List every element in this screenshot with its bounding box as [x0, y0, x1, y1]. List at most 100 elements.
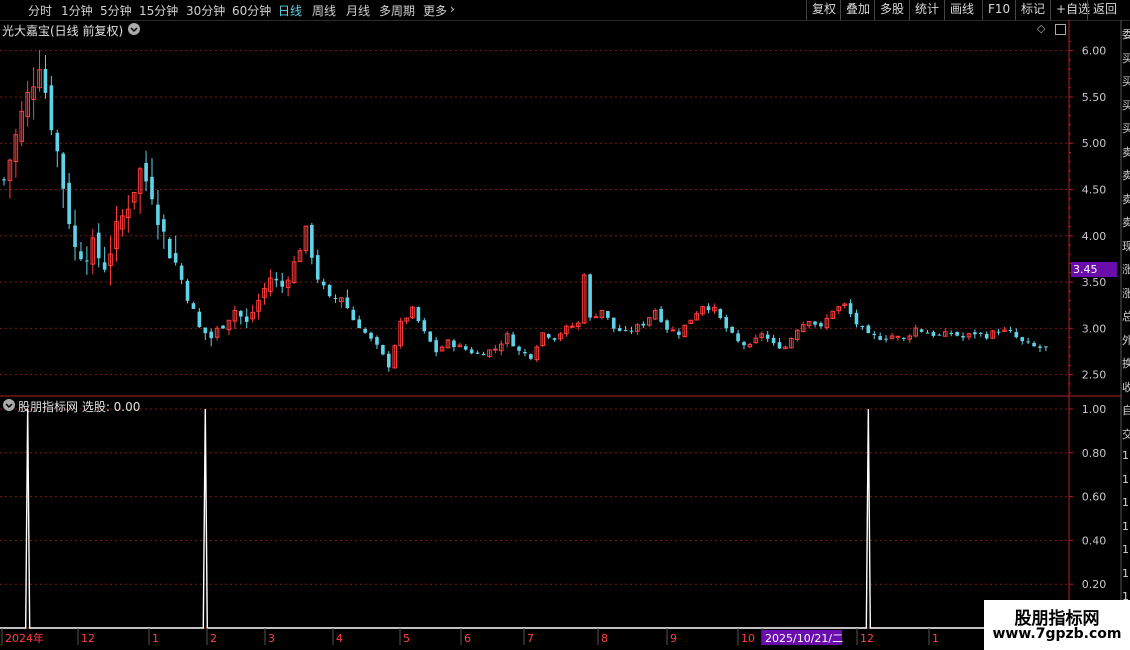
candle-body [321, 281, 326, 286]
quote-edge-glyph: 收 [1122, 380, 1130, 394]
chevron-down-glyph [130, 27, 138, 33]
candle-body [1014, 332, 1019, 338]
candle-body [203, 327, 208, 334]
candle-body [665, 320, 669, 330]
y-tick-label: 0.80 [1082, 447, 1107, 460]
y-tick-label: 4.00 [1082, 230, 1107, 243]
x-tick-label: 5 [403, 632, 410, 645]
candle-body [475, 352, 480, 354]
candle-body [718, 308, 723, 318]
indicator-title: 股朋指标网 选股: 0.00 [18, 400, 141, 414]
candle-body [493, 348, 498, 351]
candle-body [191, 303, 196, 309]
candle-body [179, 265, 184, 280]
chevron-down-icon[interactable] [128, 23, 140, 35]
y-tick-label: 0.40 [1082, 534, 1107, 547]
y-tick-label: 2.50 [1082, 369, 1107, 382]
x-tick-label: 3 [268, 632, 275, 645]
candle-body [315, 255, 320, 280]
candle-body [884, 338, 888, 340]
candle-body [777, 342, 782, 349]
candle-body [333, 297, 338, 299]
quote-edge-glyph: 1 [1122, 496, 1129, 509]
candle-body [949, 333, 953, 335]
watermark: 股朋指标网 www.7gpzb.com [984, 600, 1130, 650]
candle-body [606, 311, 610, 318]
candle-body [588, 274, 592, 318]
candle-body [902, 337, 906, 339]
candle-body [730, 327, 734, 333]
candle-body [1044, 346, 1048, 348]
quote-edge-glyph: 买 [1122, 75, 1130, 88]
x-tick-label-highlight: 2025/10/21/二 [765, 632, 843, 645]
candle-body [1038, 346, 1042, 348]
candle-body [481, 353, 486, 356]
quote-edge-glyph: 1 [1122, 543, 1129, 556]
candle-body [925, 332, 930, 334]
x-tick-label: 2024年 [5, 631, 44, 645]
x-tick-label: 9 [670, 632, 677, 645]
y-tick-label: 0.20 [1082, 578, 1107, 591]
candle-body [274, 278, 279, 281]
y-tick-label: 5.50 [1082, 91, 1107, 104]
quote-edge-glyph: 卖 [1122, 216, 1130, 229]
candle-body [866, 325, 871, 334]
candle-body [872, 333, 877, 336]
panel-maximize-icon[interactable] [1055, 24, 1066, 35]
candle-body [1032, 343, 1036, 347]
candle-body [819, 323, 823, 327]
candle-body [813, 321, 817, 325]
y-tick-label: 5.00 [1082, 137, 1107, 150]
candle-body [144, 162, 148, 182]
candle-body [173, 253, 178, 263]
kline-chart-area[interactable]: 6.00 5.50 5.00 4.50 4.00 3.50 3.00 2.50 1.00 0.80… [0, 0, 1130, 650]
candle-body [55, 132, 60, 152]
candle-body [931, 332, 936, 336]
chevron-down-icon[interactable] [3, 399, 15, 411]
candle-body [552, 338, 557, 340]
candle-body [724, 317, 729, 329]
candle-body [854, 312, 859, 325]
candle-body [67, 182, 71, 225]
x-tick-label: 12 [81, 632, 95, 645]
y-tick-label: 3.50 [1082, 276, 1107, 289]
candle-body [363, 328, 367, 333]
candle-body [517, 346, 521, 351]
candle-body [61, 153, 65, 189]
candle-body [167, 238, 172, 259]
x-tick-label: 10 [741, 632, 755, 645]
candle-body [860, 325, 865, 328]
stock-title: 光大嘉宝(日线 前复权) [2, 24, 124, 38]
candle-body [996, 331, 1001, 333]
candle-body [375, 337, 379, 345]
candle-body [416, 307, 421, 322]
quote-edge-glyph: 1 [1122, 472, 1129, 486]
candle-body [79, 251, 83, 260]
quote-edge-glyph: 买 [1122, 122, 1130, 135]
diamond-icon[interactable]: ◇ [1037, 22, 1045, 35]
quote-edge-glyph: 1 [1122, 519, 1129, 533]
x-tick-label: 1 [932, 632, 939, 645]
quote-edge-glyph: 卖 [1122, 169, 1130, 182]
candle-body [617, 328, 622, 332]
candle-body [955, 332, 959, 336]
quote-edge-glyph: 现 [1122, 239, 1130, 253]
candle-body [973, 332, 977, 335]
candle-body [239, 311, 243, 317]
candle-body [428, 331, 433, 342]
candle-body [659, 308, 663, 322]
candle-body [961, 335, 965, 338]
quote-edge-glyph: 总 [1122, 310, 1130, 323]
x-tick-label: 7 [527, 632, 534, 645]
candle-body [629, 330, 634, 332]
candle-body [523, 351, 527, 354]
candle-body [209, 331, 213, 339]
y-tick-label: 3.00 [1082, 322, 1107, 335]
quote-edge-glyph: 交 [1122, 427, 1130, 441]
candle-body [221, 325, 225, 329]
candle-body [670, 329, 676, 332]
candle-body [469, 349, 474, 354]
candles [2, 49, 1048, 372]
x-tick-label: 4 [336, 632, 343, 645]
quote-edge-glyph: 买 [1122, 98, 1130, 112]
